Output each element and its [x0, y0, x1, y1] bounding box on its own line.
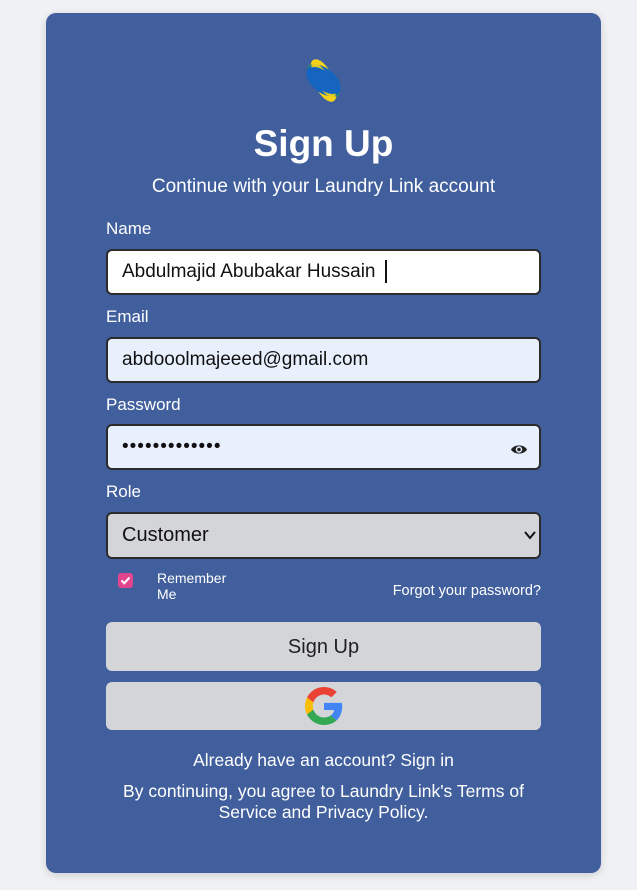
terms-notice: By continuing, you agree to Laundry Link… [120, 781, 527, 823]
page-title: Sign Up [253, 123, 394, 164]
privacy-policy-link[interactable]: Privacy Policy [316, 802, 424, 822]
google-icon [305, 687, 343, 725]
role-select-value: Customer [122, 524, 209, 546]
sign-in-link[interactable]: Sign in [400, 750, 454, 770]
role-label: Role [106, 482, 141, 501]
checkmark-icon [120, 576, 131, 585]
already-have-account: Already have an account? Sign in [46, 750, 601, 771]
eye-icon[interactable] [510, 443, 528, 456]
forgot-password-link[interactable]: Forgot your password? [340, 583, 541, 600]
text-cursor [385, 260, 387, 283]
chevron-down-icon [524, 531, 536, 540]
page-subtitle: Continue with your Laundry Link account [151, 176, 496, 197]
terms-and: and [281, 802, 312, 822]
remember-me-label: Remember Me [157, 570, 227, 602]
email-label: Email [106, 307, 149, 326]
already-text: Already have an account? [193, 750, 396, 770]
email-input[interactable] [106, 337, 541, 383]
terms-prefix: By continuing, you agree to Laundry Link… [123, 781, 453, 801]
password-input[interactable] [106, 424, 541, 470]
terms-period: . [423, 802, 429, 822]
signup-button[interactable]: Sign Up [106, 622, 541, 671]
password-label: Password [106, 395, 181, 414]
name-label: Name [106, 219, 152, 238]
role-select[interactable]: Customer [106, 512, 541, 559]
laundry-link-logo-icon [306, 59, 341, 102]
remember-me-checkbox[interactable] [118, 573, 133, 588]
name-input[interactable] [106, 249, 541, 295]
